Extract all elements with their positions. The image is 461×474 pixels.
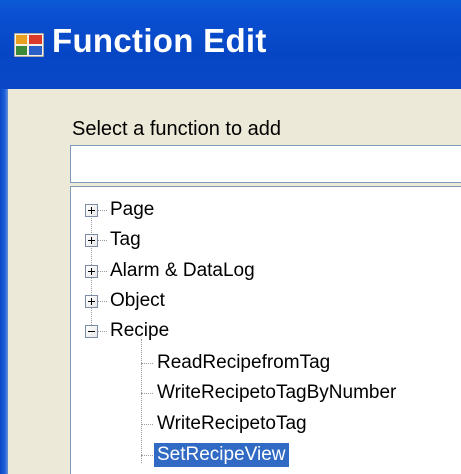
tree-branch-line	[141, 363, 153, 364]
tree-node-label: Page	[110, 199, 155, 220]
tree-node-label: Object	[110, 290, 165, 311]
collapse-minus-icon[interactable]	[85, 325, 98, 338]
tree-leaf-label-selected: SetRecipeView	[154, 443, 289, 467]
tree-leaf-read-recipe-from-tag[interactable]: ReadRecipefromTag	[71, 350, 461, 378]
tree-node-recipe[interactable]: Recipe	[71, 318, 461, 346]
tree-leaf-write-recipe-to-tag-by-number[interactable]: WriteRecipetoTagByNumber	[71, 380, 461, 408]
tree-branch-line	[98, 331, 107, 332]
window-app-icon	[14, 33, 44, 57]
tree-branch-line	[98, 240, 107, 241]
tree-leaf-label: WriteRecipetoTag	[157, 413, 307, 434]
tree-leaf-label: WriteRecipetoTagByNumber	[157, 382, 397, 403]
tree-branch-line	[141, 424, 153, 425]
tree-node-label: Recipe	[110, 320, 170, 341]
tree-branch-line	[141, 455, 153, 456]
tree-node-page[interactable]: Page	[71, 197, 461, 225]
tree-leaf-set-recipe-view[interactable]: SetRecipeView	[71, 442, 461, 470]
tree-node-label: Tag	[110, 229, 141, 250]
tree-leaf-label: ReadRecipefromTag	[157, 352, 331, 373]
window-title: Function Edit	[52, 22, 267, 59]
expand-plus-icon[interactable]	[85, 295, 98, 308]
select-function-label: Select a function to add	[72, 118, 282, 140]
expand-plus-icon[interactable]	[85, 265, 98, 278]
tree-node-tag[interactable]: Tag	[71, 227, 461, 255]
tree-node-label: Alarm & DataLog	[110, 260, 255, 281]
function-edit-window: Function Edit Select a function to add P…	[0, 0, 461, 474]
tree-node-alarm-datalog[interactable]: Alarm & DataLog	[71, 258, 461, 286]
window-left-border	[0, 89, 8, 474]
function-tree[interactable]: Page Tag Alarm & DataLog Object Recipe R…	[70, 186, 461, 474]
expand-plus-icon[interactable]	[85, 234, 98, 247]
tree-branch-line	[98, 210, 107, 211]
tree-node-object[interactable]: Object	[71, 288, 461, 316]
tree-leaf-write-recipe-to-tag[interactable]: WriteRecipetoTag	[71, 411, 461, 439]
tree-branch-line	[141, 393, 153, 394]
tree-branch-line	[98, 301, 107, 302]
title-bar[interactable]: Function Edit	[0, 0, 461, 89]
tree-branch-line	[98, 271, 107, 272]
expand-plus-icon[interactable]	[85, 204, 98, 217]
function-search-input[interactable]	[70, 145, 461, 183]
